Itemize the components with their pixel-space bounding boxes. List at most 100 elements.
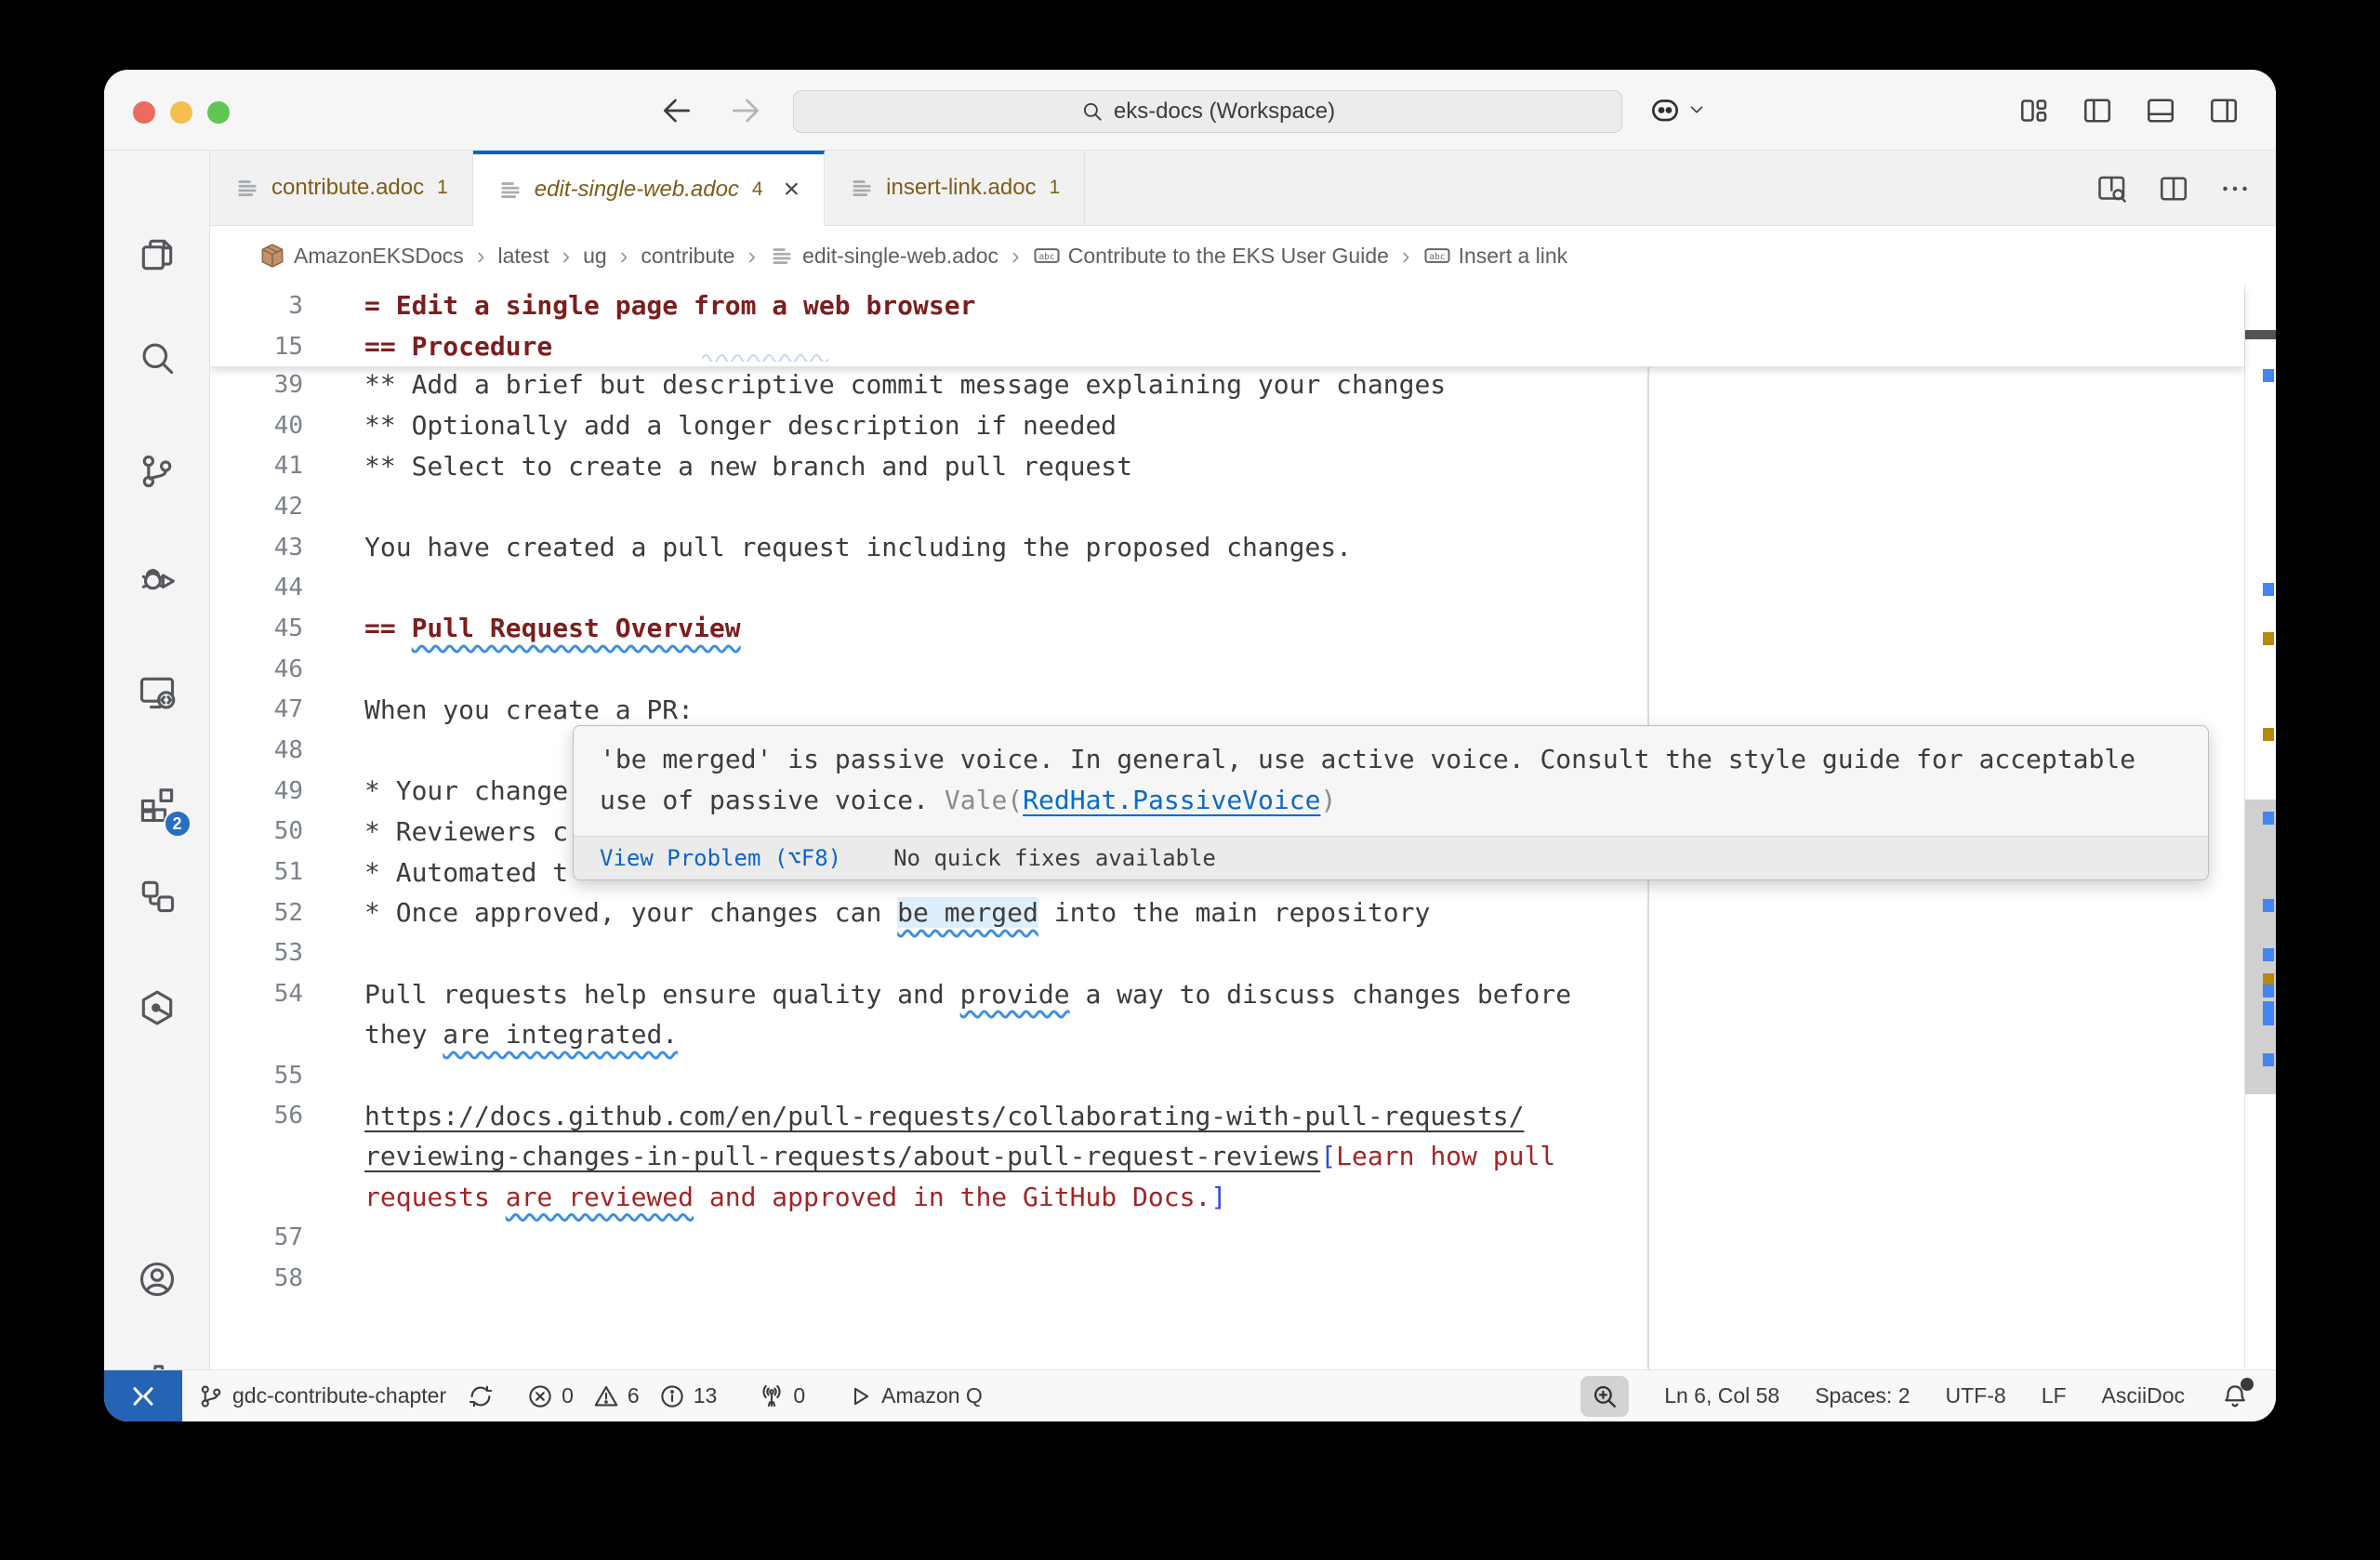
code-line[interactable]: 47When you create a PR: (210, 690, 2276, 731)
overview-ruler[interactable] (2244, 285, 2276, 1369)
layout-customize-button[interactable] (2016, 92, 2053, 129)
overview-info-marker (2263, 1053, 2274, 1066)
go-back-button[interactable] (658, 92, 695, 129)
vale-rule-link[interactable]: RedHat.PassiveVoice (1023, 785, 1320, 815)
linked-boxes-activity-button[interactable] (130, 869, 184, 923)
code-line[interactable]: 52* Once approved, your changes can be m… (210, 892, 2276, 933)
breadcrumb-item[interactable]: edit-single-web.adoc (769, 243, 998, 269)
vscode-window: eks-docs (Workspace) 2 contribute.adoc1e… (104, 70, 2276, 1421)
traffic-lights (133, 101, 230, 124)
scrollbar-thumb[interactable] (2245, 800, 2276, 1094)
code-line[interactable]: 53 (210, 933, 2276, 974)
code-line[interactable]: 55 (210, 1055, 2276, 1096)
info-count[interactable]: 13 (658, 1382, 718, 1410)
panel-right-button[interactable] (2205, 92, 2242, 129)
sync-status[interactable] (467, 1382, 495, 1410)
code-line[interactable]: 15== Procedure (210, 326, 2244, 367)
code-line[interactable]: 54Pull requests help ensure quality and … (210, 973, 2276, 1014)
tab-label: edit-single-web.adoc (535, 177, 739, 203)
code-token: * Once approved, your changes can (364, 897, 897, 928)
hexagon-tool-activity-button[interactable] (130, 981, 184, 1035)
notifications-button[interactable] (2220, 1382, 2250, 1411)
copilot-menu[interactable] (1647, 92, 1707, 127)
code-line[interactable]: 56https://docs.github.com/en/pull-reques… (210, 1095, 2276, 1136)
amazon-q-status[interactable]: Amazon Q (846, 1382, 983, 1410)
source-control-activity-button[interactable] (130, 444, 184, 498)
panel-bottom-button[interactable] (2142, 92, 2179, 129)
close-window-button[interactable] (133, 101, 155, 124)
branch-status[interactable]: gdc-contribute-chapter (197, 1382, 446, 1410)
code-token: are integrated. (443, 1019, 678, 1050)
code-token: * Your change (364, 775, 568, 806)
remote-indicator-button[interactable] (104, 1370, 182, 1421)
screen-zoom-button[interactable] (1580, 1376, 1629, 1417)
panel-left-icon (2081, 94, 2114, 127)
code-line[interactable]: 42 (210, 486, 2276, 527)
code-line[interactable]: 45== Pull Request Overview (210, 608, 2276, 649)
code-line[interactable]: 3= Edit a single page from a web browser (210, 285, 2244, 326)
zoom-window-button[interactable] (207, 101, 230, 124)
close-tab-icon[interactable]: × (784, 176, 800, 204)
breadcrumb-item[interactable]: latest (497, 244, 549, 269)
line-content: * Once approved, your changes can be mer… (364, 897, 1430, 928)
code-line[interactable]: 57 (210, 1217, 2276, 1258)
code-line[interactable]: reviewing-changes-in-pull-requests/about… (210, 1136, 2276, 1177)
cursor-position[interactable]: Ln 6, Col 58 (1664, 1383, 1779, 1408)
view-problem-link[interactable]: View Problem (⌥F8) (600, 845, 841, 871)
run-debug-activity-button[interactable] (130, 552, 184, 606)
code-line[interactable]: 40** Optionally add a longer description… (210, 405, 2276, 446)
code-token: requests (364, 1182, 506, 1212)
breadcrumb-item[interactable]: abcInsert a link (1423, 242, 1568, 270)
extensions-activity-button[interactable]: 2 (130, 778, 184, 832)
overview-info-marker (2263, 583, 2274, 596)
minimize-window-button[interactable] (170, 101, 192, 124)
tab-insert-link.adoc[interactable]: insert-link.adoc1 (825, 151, 1085, 225)
zoom-in-icon (1590, 1382, 1620, 1411)
code-line[interactable]: requests are reviewed and approved in th… (210, 1177, 2276, 1218)
remote-explorer-activity-button[interactable] (130, 666, 184, 720)
more-actions-button[interactable] (2218, 172, 2252, 205)
breadcrumb-item[interactable]: contribute (641, 244, 734, 269)
warning-count[interactable]: 6 (592, 1382, 640, 1410)
breadcrumb-item[interactable]: abcContribute to the EKS User Guide (1033, 242, 1389, 270)
breadcrumb-item[interactable]: ug (583, 244, 607, 269)
tab-contribute.adoc[interactable]: contribute.adoc1 (210, 151, 473, 225)
code-line[interactable]: they are integrated. (210, 1014, 2276, 1055)
line-number: 41 (210, 452, 314, 480)
code-editor[interactable]: 39** Add a brief but descriptive commit … (210, 285, 2276, 1369)
tab-edit-single-web.adoc[interactable]: edit-single-web.adoc4× (473, 151, 825, 226)
code-line[interactable]: 46 (210, 649, 2276, 690)
overview-info-marker (2263, 985, 2274, 998)
line-number: 48 (210, 736, 314, 764)
code-line[interactable]: 39** Add a brief but descriptive commit … (210, 364, 2276, 405)
panel-left-button[interactable] (2079, 92, 2116, 129)
code-line[interactable]: 44 (210, 567, 2276, 608)
sync-icon (467, 1382, 495, 1410)
breadcrumb-item[interactable]: AmazonEKSDocs (258, 242, 464, 270)
line-content: You have created a pull request includin… (364, 532, 1352, 562)
line-number: 3 (210, 292, 314, 320)
search-activity-button[interactable] (130, 331, 184, 385)
play-icon (846, 1382, 874, 1410)
error-count[interactable]: 0 (526, 1382, 574, 1410)
ports-status[interactable]: 0 (758, 1382, 805, 1410)
go-forward-button[interactable] (727, 92, 764, 129)
file-lines-icon (849, 175, 875, 201)
eol[interactable]: LF (2042, 1383, 2067, 1408)
open-preview-button[interactable] (2096, 172, 2129, 205)
tab-label: insert-link.adoc (886, 175, 1036, 201)
account-activity-button[interactable] (130, 1252, 184, 1306)
indentation[interactable]: Spaces: 2 (1815, 1383, 1910, 1408)
encoding[interactable]: UTF-8 (1946, 1383, 2006, 1408)
split-editor-button[interactable] (2157, 172, 2190, 205)
code-token: a way to discuss changes before (1070, 979, 1571, 1010)
command-center-search[interactable]: eks-docs (Workspace) (793, 90, 1622, 133)
language-mode[interactable]: AsciiDoc (2102, 1383, 2185, 1408)
code-token: and approved in the GitHub Docs. (694, 1182, 1210, 1212)
line-number: 46 (210, 655, 314, 683)
code-line[interactable]: 58 (210, 1258, 2276, 1299)
code-line[interactable]: 41** Select to create a new branch and p… (210, 445, 2276, 486)
code-token: reviewing-changes-in-pull-requests/about… (364, 1141, 1320, 1171)
explorer-activity-button[interactable] (130, 228, 184, 282)
code-line[interactable]: 43You have created a pull request includ… (210, 527, 2276, 568)
